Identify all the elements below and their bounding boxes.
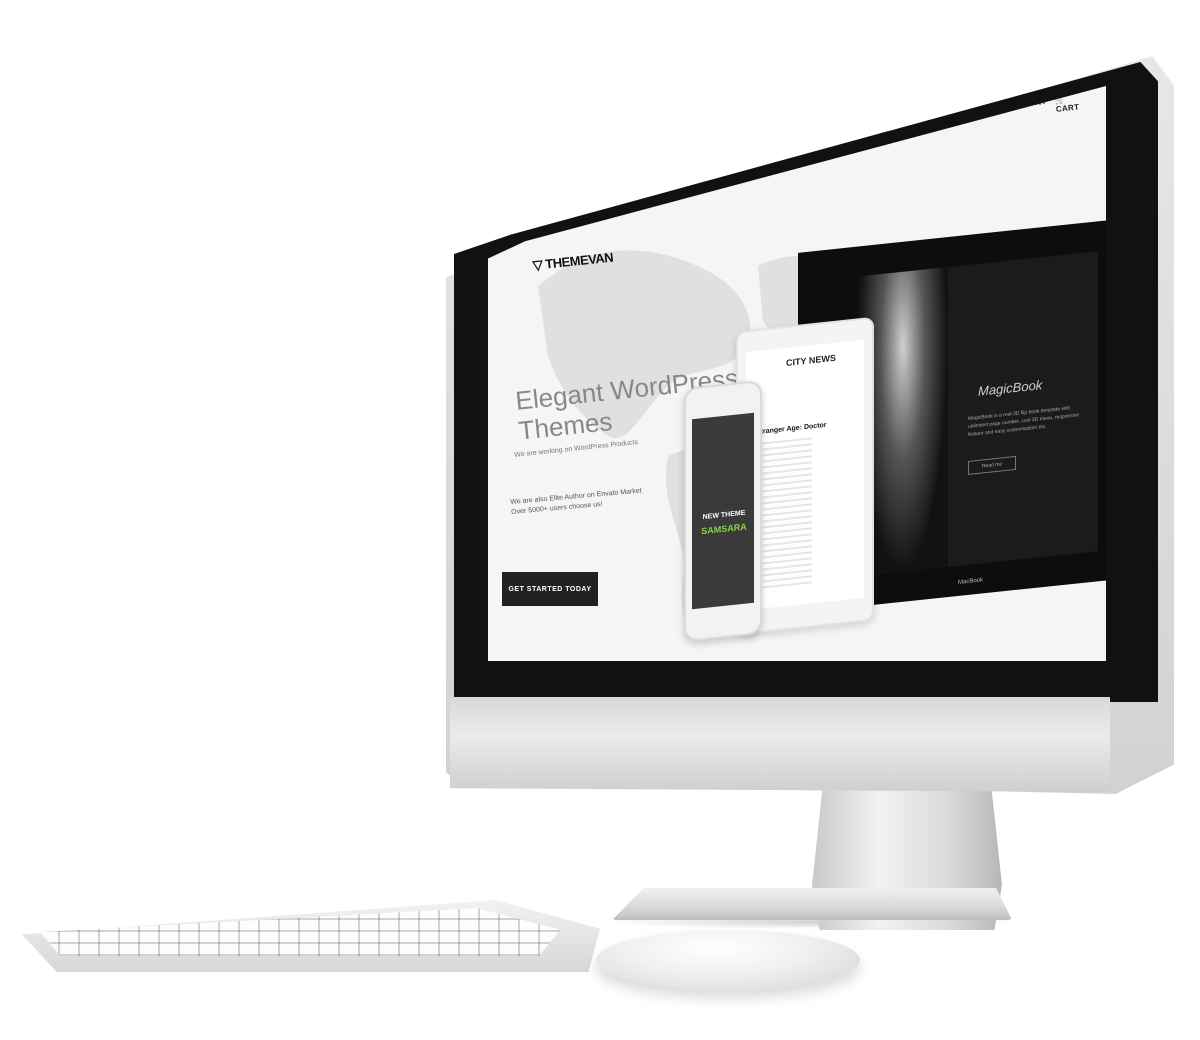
nav-support[interactable]: SUPPORT » [868, 111, 917, 125]
tablet-screen: CITY NEWS Stranger Age: Doctor [746, 339, 864, 611]
nav-home[interactable]: HOME [788, 121, 814, 133]
city-news-logo: CITY NEWS [786, 352, 836, 368]
macbook-label: MacBook [958, 577, 984, 586]
get-started-button[interactable]: GET STARTED TODAY [502, 572, 598, 606]
phone-screen: NEW THEME SAMSARA [692, 412, 754, 610]
monitor-chin [450, 697, 1110, 792]
mouse [596, 930, 860, 990]
phone-new-theme: NEW THEME [702, 509, 746, 522]
monitor-base [612, 888, 1012, 920]
magicbook-title: MagicBook [978, 377, 1043, 399]
nav-themes[interactable]: THEMES [826, 116, 862, 129]
magicbook-description: MagicBook is a real 3D flip book templat… [968, 405, 1080, 438]
phone-mockup: NEW THEME SAMSARA [684, 379, 762, 643]
laptop-screen: MagicBook MagicBook is a real 3D flip bo… [858, 251, 1098, 577]
website-screen: HOME THEMES SUPPORT » BLOG CONTACT ● ACC… [488, 86, 1106, 661]
logo-v-icon: ▽ [532, 257, 544, 273]
read-me-button[interactable]: Read me [968, 455, 1016, 475]
phone-samsara: SAMSARA [701, 521, 747, 537]
tablet-headline: Stranger Age: Doctor [756, 421, 827, 437]
